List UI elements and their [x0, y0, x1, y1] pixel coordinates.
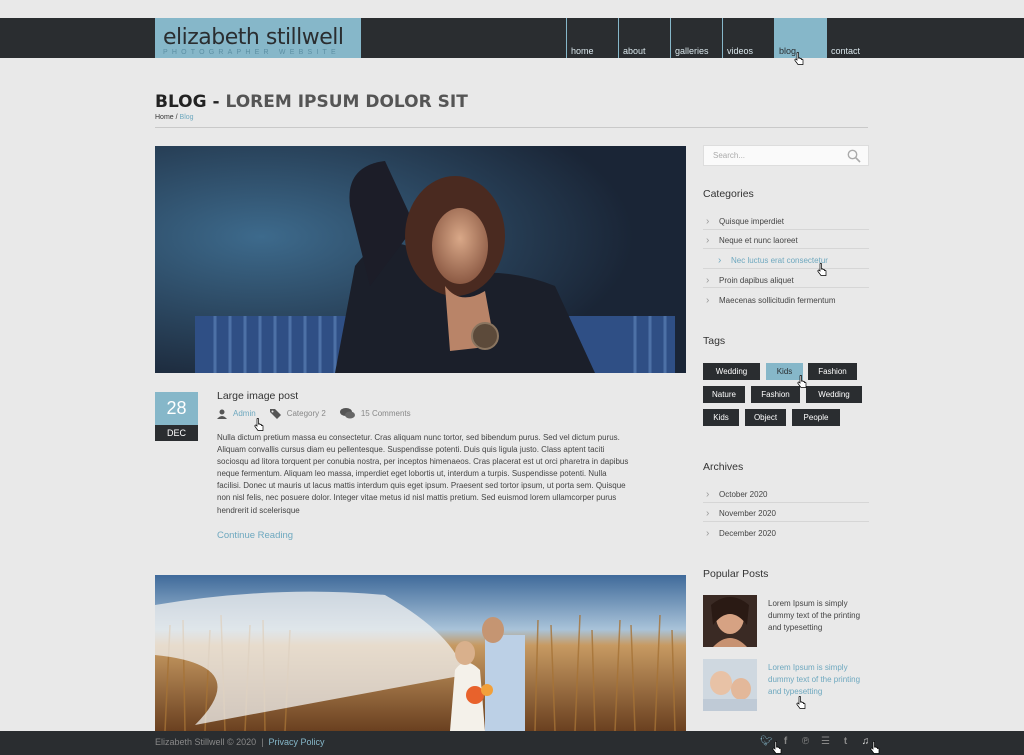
tumblr-icon[interactable]: t — [840, 736, 851, 748]
popular-posts-heading: Popular Posts — [703, 568, 769, 580]
categories-heading: Categories — [703, 188, 754, 200]
nav-item-home[interactable]: home — [566, 18, 618, 58]
comments-icon — [339, 408, 355, 419]
popular-post-text[interactable]: Lorem Ipsum is simply dummy text of the … — [768, 662, 873, 698]
footer-separator: | — [261, 737, 264, 747]
continue-reading-link[interactable]: Continue Reading — [217, 530, 293, 541]
post-title[interactable]: Large image post — [217, 390, 298, 402]
category-label: Nec luctus erat consectetur — [731, 255, 828, 265]
tags-heading: Tags — [703, 335, 726, 347]
privacy-policy-link[interactable]: Privacy Policy — [269, 737, 325, 747]
popular-post-text[interactable]: Lorem Ipsum is simply dummy text of the … — [768, 598, 873, 634]
page-title-sub: LOREM IPSUM DOLOR SIT — [225, 92, 468, 112]
chevron-right-icon: › — [706, 294, 710, 306]
breadcrumb-home[interactable]: Home — [155, 114, 174, 121]
tag-icon — [269, 408, 281, 419]
rss-icon[interactable]: ☰ — [820, 736, 831, 748]
nav-item-about[interactable]: about — [618, 18, 670, 58]
tag-button[interactable]: Nature — [703, 386, 745, 403]
chevron-right-icon: › — [706, 235, 710, 247]
tag-button[interactable]: Wedding — [703, 363, 760, 380]
nav-item-galleries[interactable]: galleries — [670, 18, 722, 58]
twitter-icon[interactable]: 🐦︎ — [760, 736, 773, 748]
category-label: Quisque imperdiet — [719, 216, 784, 226]
page-title: BLOG - LOREM IPSUM DOLOR SIT — [155, 92, 468, 112]
post-meta: Admin Category 2 15 Comments — [217, 408, 411, 419]
post-category-link[interactable]: Category 2 — [287, 409, 326, 418]
pinterest-icon[interactable]: ℗ — [800, 736, 811, 748]
search-input[interactable]: Search... — [703, 145, 869, 166]
post-comments-link[interactable]: 15 Comments — [361, 409, 411, 418]
nav-item-contact[interactable]: contact — [826, 18, 878, 58]
nav-item-blog[interactable]: blog — [774, 18, 826, 58]
main-nav: home about galleries videos blog contact — [566, 18, 878, 58]
category-label: Proin dapibus aliquet — [719, 275, 794, 285]
archives-heading: Archives — [703, 461, 744, 473]
archive-label: October 2020 — [719, 489, 768, 499]
archive-item[interactable]: › October 2020 — [703, 483, 869, 503]
nav-item-videos[interactable]: videos — [722, 18, 774, 58]
copyright: Elizabeth Stillwell © 2020 | Privacy Polic… — [155, 737, 325, 747]
wedding-photo — [155, 575, 686, 731]
category-label: Neque et nunc laoreet — [719, 236, 798, 246]
facebook-icon[interactable]: f — [780, 736, 791, 748]
archive-label: December 2020 — [719, 529, 776, 539]
category-item[interactable]: › Quisque imperdiet — [703, 210, 869, 230]
categories-list: › Quisque imperdiet › Neque et nunc laoree… — [703, 210, 869, 308]
post-date-month: DEC — [155, 425, 198, 441]
popular-post-thumbnail[interactable] — [703, 659, 757, 711]
tag-button[interactable]: Fashion — [808, 363, 857, 380]
popular-post-item[interactable]: Lorem Ipsum is simply dummy text of the … — [703, 659, 873, 713]
social-links: 🐦︎ f ℗ ☰ t ♫ — [760, 736, 871, 748]
page-title-main: BLOG - — [155, 92, 226, 112]
archives-list: › October 2020 › November 2020 › December 2… — [703, 483, 869, 542]
chevron-right-icon: › — [718, 254, 722, 266]
post-date-day: 28 — [155, 392, 198, 425]
tag-button[interactable]: People — [792, 409, 840, 426]
hand-cursor-icon — [254, 418, 264, 431]
logo-tagline: PHOTOGRAPHER WEBSITE — [163, 49, 340, 56]
archive-item[interactable]: › December 2020 — [703, 522, 869, 542]
site-logo[interactable]: elizabeth stillwell PHOTOGRAPHER WEBSITE — [155, 18, 361, 58]
chevron-right-icon: › — [706, 508, 710, 520]
copyright-text: Elizabeth Stillwell © 2020 — [155, 737, 257, 747]
chevron-right-icon: › — [706, 488, 710, 500]
post-image-woman[interactable] — [155, 146, 686, 373]
tag-button[interactable]: Wedding — [806, 386, 862, 403]
music-icon[interactable]: ♫ — [860, 736, 871, 748]
breadcrumb: Home / Blog — [155, 114, 194, 121]
breadcrumb-current: Blog — [179, 114, 194, 121]
category-item-active[interactable]: › Nec luctus erat consectetur — [703, 249, 869, 269]
archive-label: November 2020 — [719, 509, 776, 519]
category-item[interactable]: › Neque et nunc laoreet — [703, 230, 869, 250]
archive-item[interactable]: › November 2020 — [703, 503, 869, 522]
popular-post-item[interactable]: Lorem Ipsum is simply dummy text of the … — [703, 595, 873, 649]
tag-button-active[interactable]: Kids — [766, 363, 803, 380]
popular-post-thumbnail[interactable] — [703, 595, 757, 647]
search-icon[interactable] — [847, 149, 861, 163]
category-label: Maecenas sollicitudin fermentum — [719, 295, 836, 305]
post-image-wedding[interactable] — [155, 575, 686, 731]
tag-button[interactable]: Kids — [703, 409, 739, 426]
post-author-link[interactable]: Admin — [233, 409, 256, 418]
search-placeholder: Search... — [713, 151, 746, 160]
tag-button[interactable]: Fashion — [751, 386, 800, 403]
title-divider — [155, 127, 868, 128]
portrait-photo — [155, 146, 686, 373]
tag-button[interactable]: Object — [745, 409, 786, 426]
chevron-right-icon: › — [706, 215, 710, 227]
footer: Elizabeth Stillwell © 2020 | Privacy Polic… — [0, 731, 1024, 755]
chevron-right-icon: › — [706, 528, 710, 540]
logo-name: elizabeth stillwell — [163, 25, 344, 50]
category-item[interactable]: › Maecenas sollicitudin fermentum — [703, 288, 869, 308]
chevron-right-icon: › — [706, 274, 710, 286]
post-excerpt: Nulla dictum pretium massa eu consectetu… — [217, 433, 629, 515]
category-item[interactable]: › Proin dapibus aliquet — [703, 269, 869, 289]
user-icon — [217, 409, 227, 419]
post-date: 28 DEC — [155, 392, 198, 441]
